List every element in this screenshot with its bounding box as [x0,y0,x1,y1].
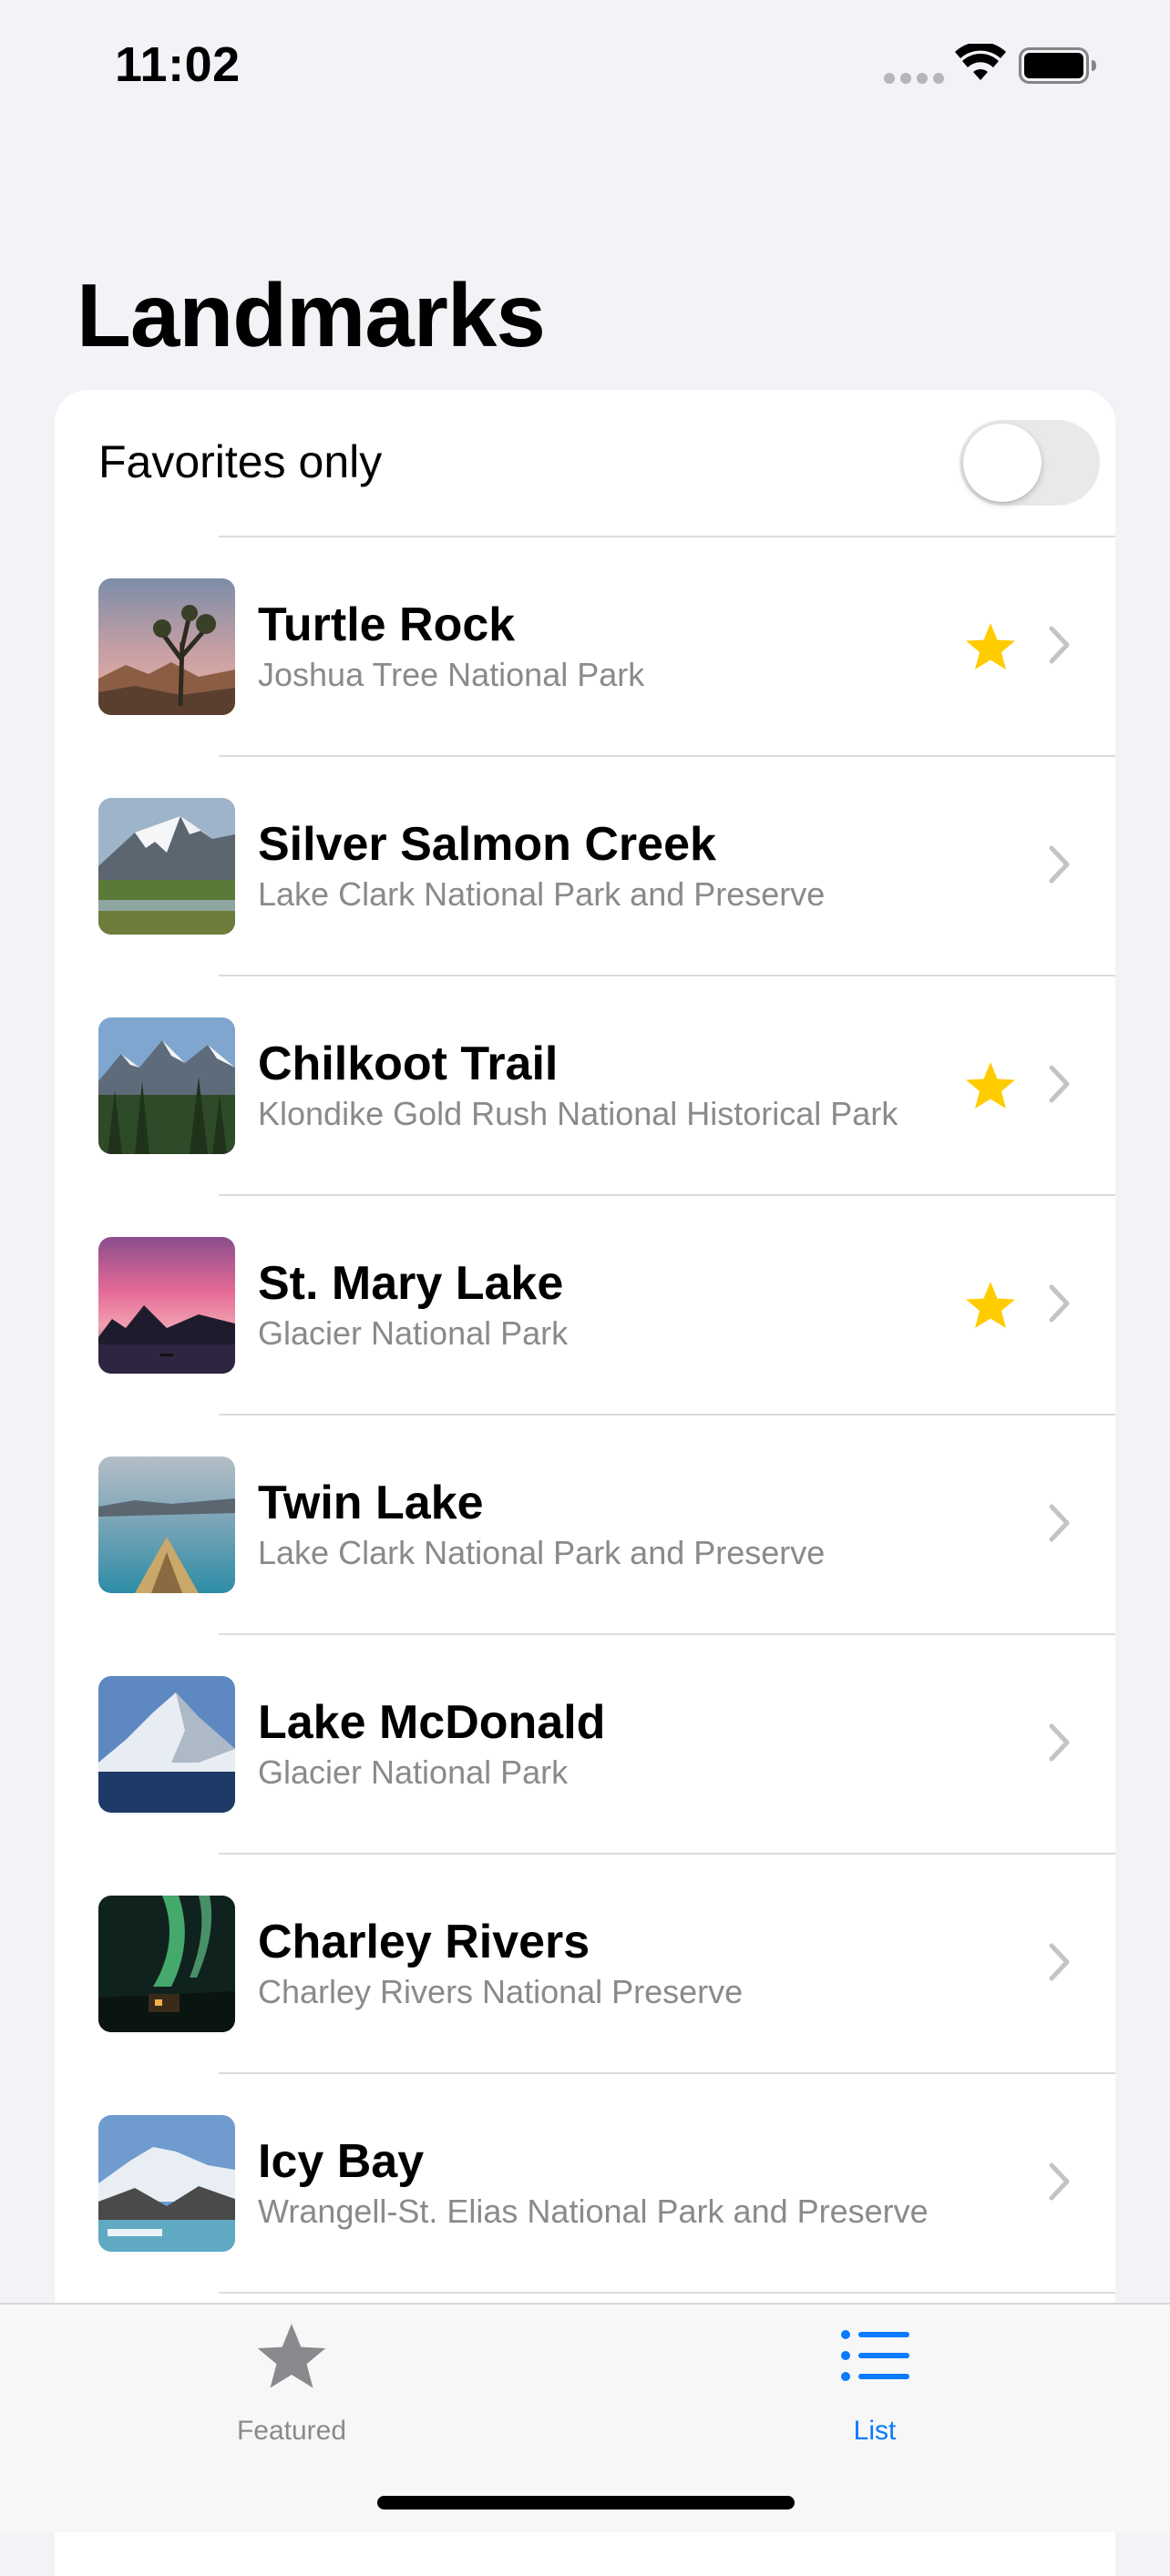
chevron-right-icon [1049,1284,1070,1323]
wifi-icon [955,44,1006,80]
tab-list-label: List [853,2416,897,2446]
landmark-row-turtle-rock[interactable]: Turtle Rock Joshua Tree National Park [55,536,1115,755]
landmark-thumbnail [98,1896,235,2032]
landmark-name: Charley Rivers [258,1916,590,1968]
chevron-right-icon [1049,2162,1070,2201]
status-bar: 11:02 [0,0,1170,137]
star-icon [257,2324,326,2388]
status-time: 11:02 [115,37,241,92]
chevron-right-icon [1049,1504,1070,1542]
home-indicator [377,2496,795,2510]
landmark-row-silver-salmon-creek[interactable]: Silver Salmon Creek Lake Clark National … [55,755,1115,975]
favorite-star-icon [966,1282,1015,1328]
favorite-star-icon [966,1062,1015,1109]
landmark-list: Favorites only Turtle Rock Joshua Tree N… [55,390,1115,2576]
landmark-park: Klondike Gold Rush National Historical P… [258,1095,898,1132]
row-divider [219,536,1115,537]
landmark-thumbnail [98,798,235,935]
landmark-name: Lake McDonald [258,1696,606,1749]
landmark-name: Chilkoot Trail [258,1038,559,1090]
tab-featured-label: Featured [236,2416,347,2446]
list-icon [841,2330,909,2381]
toggle-knob [963,424,1042,502]
landmark-thumbnail [98,1676,235,1813]
favorite-star-icon [966,623,1015,670]
favorites-only-label: Favorites only [98,436,383,487]
tab-list[interactable]: List [729,2305,1021,2469]
favorites-only-toggle[interactable] [960,420,1100,506]
row-divider [219,1853,1115,1855]
landmark-row-st-mary-lake[interactable]: St. Mary Lake Glacier National Park [55,1194,1115,1414]
landmark-row-chilkoot-trail[interactable]: Chilkoot Trail Klondike Gold Rush Nation… [55,975,1115,1194]
landmark-thumbnail [98,1457,235,1593]
landmark-row-lake-mcdonald[interactable]: Lake McDonald Glacier National Park [55,1633,1115,1853]
landmark-thumbnail [98,578,235,715]
landmark-row-icy-bay[interactable]: Icy Bay Wrangell-St. Elias National Park… [55,2072,1115,2292]
landmark-park: Lake Clark National Park and Preserve [258,1534,826,1571]
landmark-name: Twin Lake [258,1477,484,1529]
landmark-thumbnail [98,1017,235,1154]
cellular-signal-icon [884,73,944,84]
chevron-right-icon [1049,1065,1070,1103]
row-divider [219,755,1115,757]
row-divider [219,1194,1115,1196]
landmark-park: Joshua Tree National Park [258,656,645,693]
chevron-right-icon [1049,1943,1070,1981]
landmark-park: Glacier National Park [258,1314,569,1352]
chevron-right-icon [1049,1723,1070,1762]
landmark-name: Icy Bay [258,2135,425,2188]
chevron-right-icon [1049,626,1070,664]
landmark-thumbnail [98,1237,235,1374]
favorites-only-row: Favorites only [55,390,1115,536]
landmark-thumbnail [98,2115,235,2252]
battery-icon [1019,47,1096,84]
row-divider [219,2292,1115,2294]
landmark-name: Turtle Rock [258,598,516,651]
row-divider [219,1414,1115,1416]
row-divider [219,1633,1115,1635]
landmark-row-charley-rivers[interactable]: Charley Rivers Charley Rivers National P… [55,1853,1115,2072]
row-divider [219,2072,1115,2074]
landmark-row-twin-lake[interactable]: Twin Lake Lake Clark National Park and P… [55,1414,1115,1633]
landmark-park: Glacier National Park [258,1753,569,1791]
landmark-park: Wrangell-St. Elias National Park and Pre… [258,2193,929,2230]
page-title: Landmarks [77,265,546,365]
landmark-name: Silver Salmon Creek [258,818,716,871]
landmark-park: Charley Rivers National Preserve [258,1973,744,2010]
row-divider [219,975,1115,976]
landmark-name: St. Mary Lake [258,1257,564,1310]
landmark-park: Lake Clark National Park and Preserve [258,875,826,913]
tab-featured[interactable]: Featured [146,2305,437,2469]
chevron-right-icon [1049,845,1070,884]
